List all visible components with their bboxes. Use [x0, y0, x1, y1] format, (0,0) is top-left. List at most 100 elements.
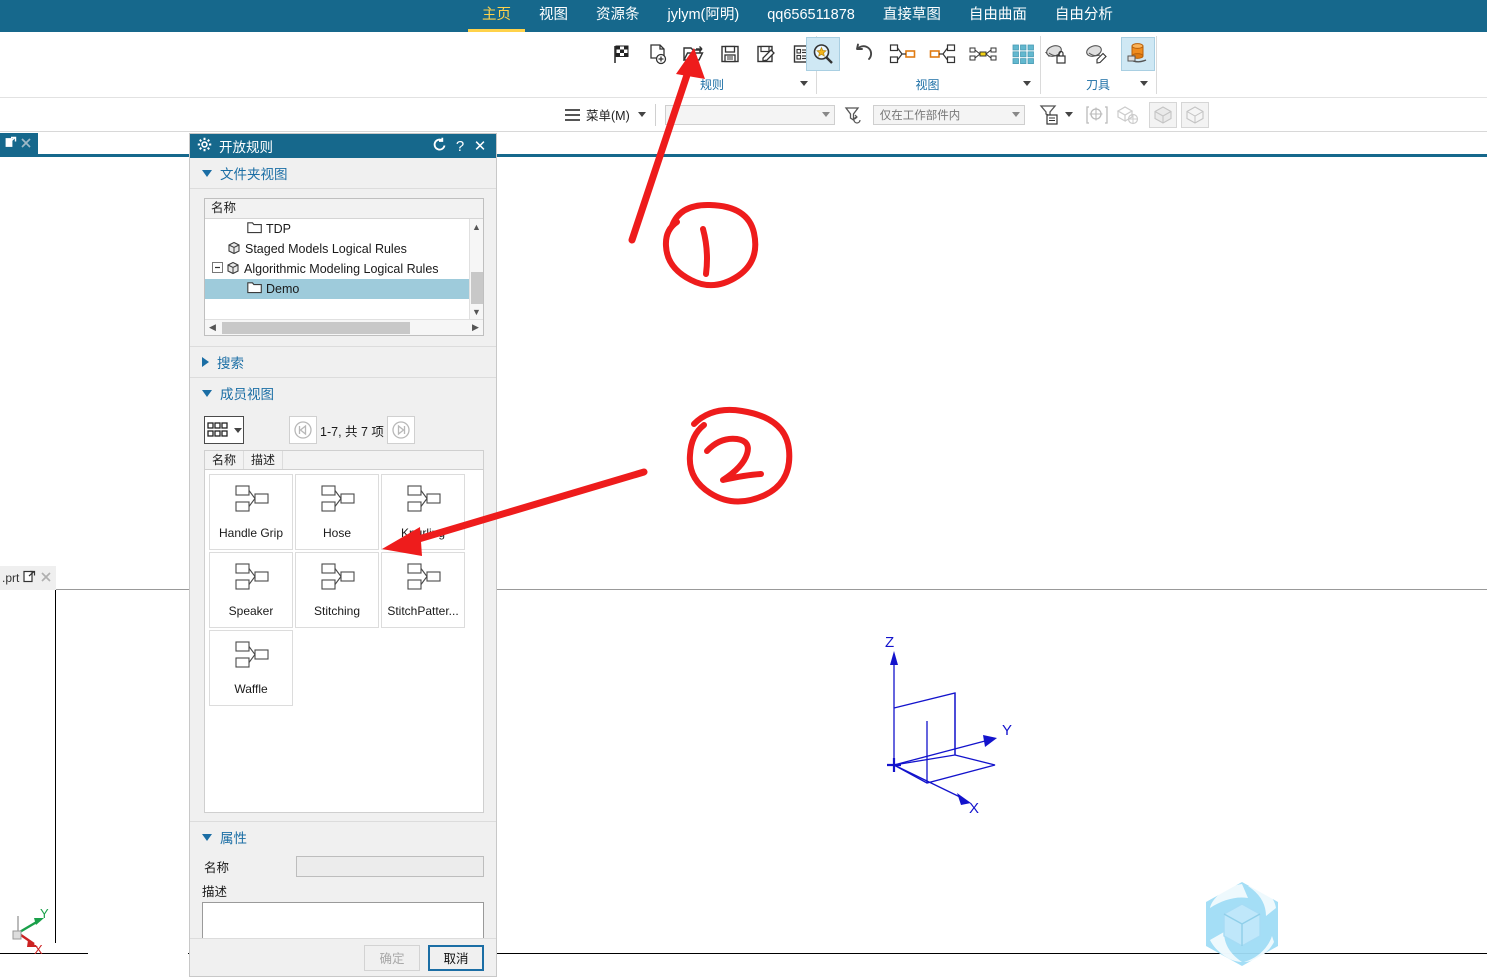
chevron-down-icon[interactable]	[202, 169, 212, 177]
tree-row[interactable]: TDP	[205, 219, 469, 239]
axis-triad: Z Y X	[865, 625, 1035, 820]
rules-group-title: 规则	[699, 78, 724, 92]
chevron-down-icon[interactable]	[202, 389, 212, 397]
ribbon-tab-view[interactable]: 视图	[525, 0, 582, 32]
rule-node-icon	[401, 484, 445, 521]
ribbon-tab-direct-sketch[interactable]: 直接草图	[869, 0, 955, 32]
chevron-down-icon[interactable]	[800, 81, 808, 86]
ok-button[interactable]: 确定	[364, 944, 420, 971]
hamburger-icon	[565, 108, 580, 121]
chevron-down-icon[interactable]	[1023, 81, 1031, 86]
column-header-description[interactable]: 描述	[244, 451, 284, 469]
tool-cylinder-icon[interactable]	[1121, 37, 1155, 71]
open-rules-dialog: 开放规则 ? ✕ 文件夹视图 名称 TDP Staged Models Logi…	[189, 133, 497, 977]
scroll-track[interactable]	[470, 234, 483, 304]
dialog-title-bar[interactable]: 开放规则 ? ✕	[190, 134, 496, 158]
checkered-flag-icon[interactable]	[607, 39, 637, 69]
undo-icon[interactable]	[846, 37, 880, 71]
view-mode-button[interactable]	[204, 416, 244, 444]
gear-icon	[197, 137, 212, 155]
next-page-icon[interactable]	[386, 416, 415, 444]
secondary-toolbar: 菜单(M) 仅在工作部件内	[0, 98, 1487, 132]
filter-list-icon[interactable]	[1037, 102, 1063, 128]
chevron-down-icon[interactable]	[233, 427, 242, 433]
help-icon[interactable]: ?	[450, 138, 470, 155]
chevron-down-icon[interactable]	[202, 833, 212, 841]
tools-icon-row	[1034, 32, 1162, 76]
folder-view-section-header[interactable]: 文件夹视图	[190, 158, 496, 189]
selection-scope-combo[interactable]	[664, 104, 835, 125]
ribbon-tab-freeform-analysis[interactable]: 自由分析	[1041, 0, 1127, 32]
list-item[interactable]: Waffle	[209, 630, 293, 706]
ribbon-tab-qq[interactable]: qq656511878	[753, 0, 869, 32]
scroll-thumb[interactable]	[471, 272, 483, 304]
tree-row[interactable]: Demo	[205, 279, 469, 299]
annotation-marker-1	[662, 201, 759, 289]
list-item[interactable]: StitchPatter...	[381, 552, 465, 628]
rule-node-icon	[229, 640, 273, 677]
scroll-left-icon[interactable]: ◀	[205, 322, 220, 333]
top-dock-tab[interactable]	[0, 133, 38, 157]
selection-body-icon[interactable]	[1115, 102, 1141, 128]
list-item[interactable]: Knurling	[381, 474, 465, 550]
close-icon[interactable]	[40, 571, 52, 586]
ribbon-separator-3	[1156, 36, 1157, 94]
menu-button[interactable]: 菜单(M)	[565, 105, 646, 124]
column-header-name[interactable]: 名称	[205, 451, 245, 469]
chevron-down-icon[interactable]	[1011, 112, 1020, 117]
save-icon[interactable]	[715, 39, 745, 69]
close-icon[interactable]	[20, 136, 32, 154]
scroll-thumb[interactable]	[222, 322, 410, 334]
shaded-view-icon[interactable]	[1148, 101, 1177, 128]
selection-point-icon[interactable]	[1085, 102, 1111, 128]
list-item[interactable]: Stitching	[295, 552, 379, 628]
scroll-right-icon[interactable]: ▶	[468, 322, 483, 333]
ribbon-tab-resource-bar[interactable]: 资源条	[582, 0, 654, 32]
filter-dropdown-icon[interactable]	[1064, 112, 1073, 117]
new-document-icon[interactable]	[643, 39, 673, 69]
link-nodes-icon[interactable]	[966, 37, 1000, 71]
collapse-node-icon[interactable]	[926, 37, 960, 71]
list-item[interactable]: Hose	[295, 474, 379, 550]
application-window: 主页 视图 资源条 jylym(阿明) qq656511878 直接草图 自由曲…	[0, 0, 1487, 977]
list-item[interactable]: Handle Grip	[209, 474, 293, 550]
filter-undo-icon[interactable]	[841, 102, 867, 128]
zoom-magnifier-icon[interactable]	[805, 37, 840, 71]
ribbon-tab-home[interactable]: 主页	[468, 0, 525, 32]
search-section-header[interactable]: 搜索	[190, 346, 496, 378]
chevron-down-icon[interactable]	[637, 112, 646, 117]
tree-row[interactable]: Algorithmic Modeling Logical Rules	[205, 259, 469, 279]
property-name-input[interactable]	[296, 856, 484, 877]
detach-icon[interactable]	[4, 136, 17, 154]
scroll-up-icon[interactable]: ▲	[470, 219, 483, 234]
tree-expander-icon[interactable]	[212, 262, 223, 276]
list-item[interactable]: Speaker	[209, 552, 293, 628]
close-icon[interactable]: ✕	[470, 137, 490, 155]
prev-page-icon[interactable]	[289, 416, 317, 444]
property-description-input[interactable]	[202, 902, 484, 938]
scroll-down-icon[interactable]: ▼	[470, 304, 483, 319]
tool-edit-icon[interactable]	[1081, 37, 1115, 71]
scroll-track[interactable]	[220, 320, 468, 335]
work-part-filter-combo[interactable]: 仅在工作部件内	[872, 104, 1025, 125]
search-label: 搜索	[217, 356, 244, 371]
refresh-icon[interactable]	[430, 137, 450, 155]
properties-section-header[interactable]: 属性	[190, 822, 496, 852]
ribbon-tab-freeform-surface[interactable]: 自由曲面	[955, 0, 1041, 32]
tree-horizontal-scrollbar[interactable]: ◀ ▶	[205, 319, 483, 335]
detach-icon[interactable]	[23, 570, 36, 586]
wireframe-view-icon[interactable]	[1180, 101, 1209, 128]
ribbon-tab-jylym[interactable]: jylym(阿明)	[654, 0, 754, 32]
tree-vertical-scrollbar[interactable]: ▲ ▼	[469, 219, 483, 319]
tool-lock-icon[interactable]	[1041, 37, 1075, 71]
member-view-section-header[interactable]: 成员视图	[190, 378, 496, 408]
open-folder-icon[interactable]	[679, 39, 709, 69]
chevron-down-icon[interactable]	[821, 112, 830, 117]
chevron-right-icon[interactable]	[202, 357, 209, 367]
cancel-button[interactable]: 取消	[428, 944, 484, 971]
lower-dock-tab[interactable]: .prt	[0, 566, 56, 590]
save-as-icon[interactable]	[751, 39, 781, 69]
expand-node-icon[interactable]	[886, 37, 920, 71]
chevron-down-icon[interactable]	[1140, 81, 1148, 86]
tree-row[interactable]: Staged Models Logical Rules	[205, 239, 469, 259]
